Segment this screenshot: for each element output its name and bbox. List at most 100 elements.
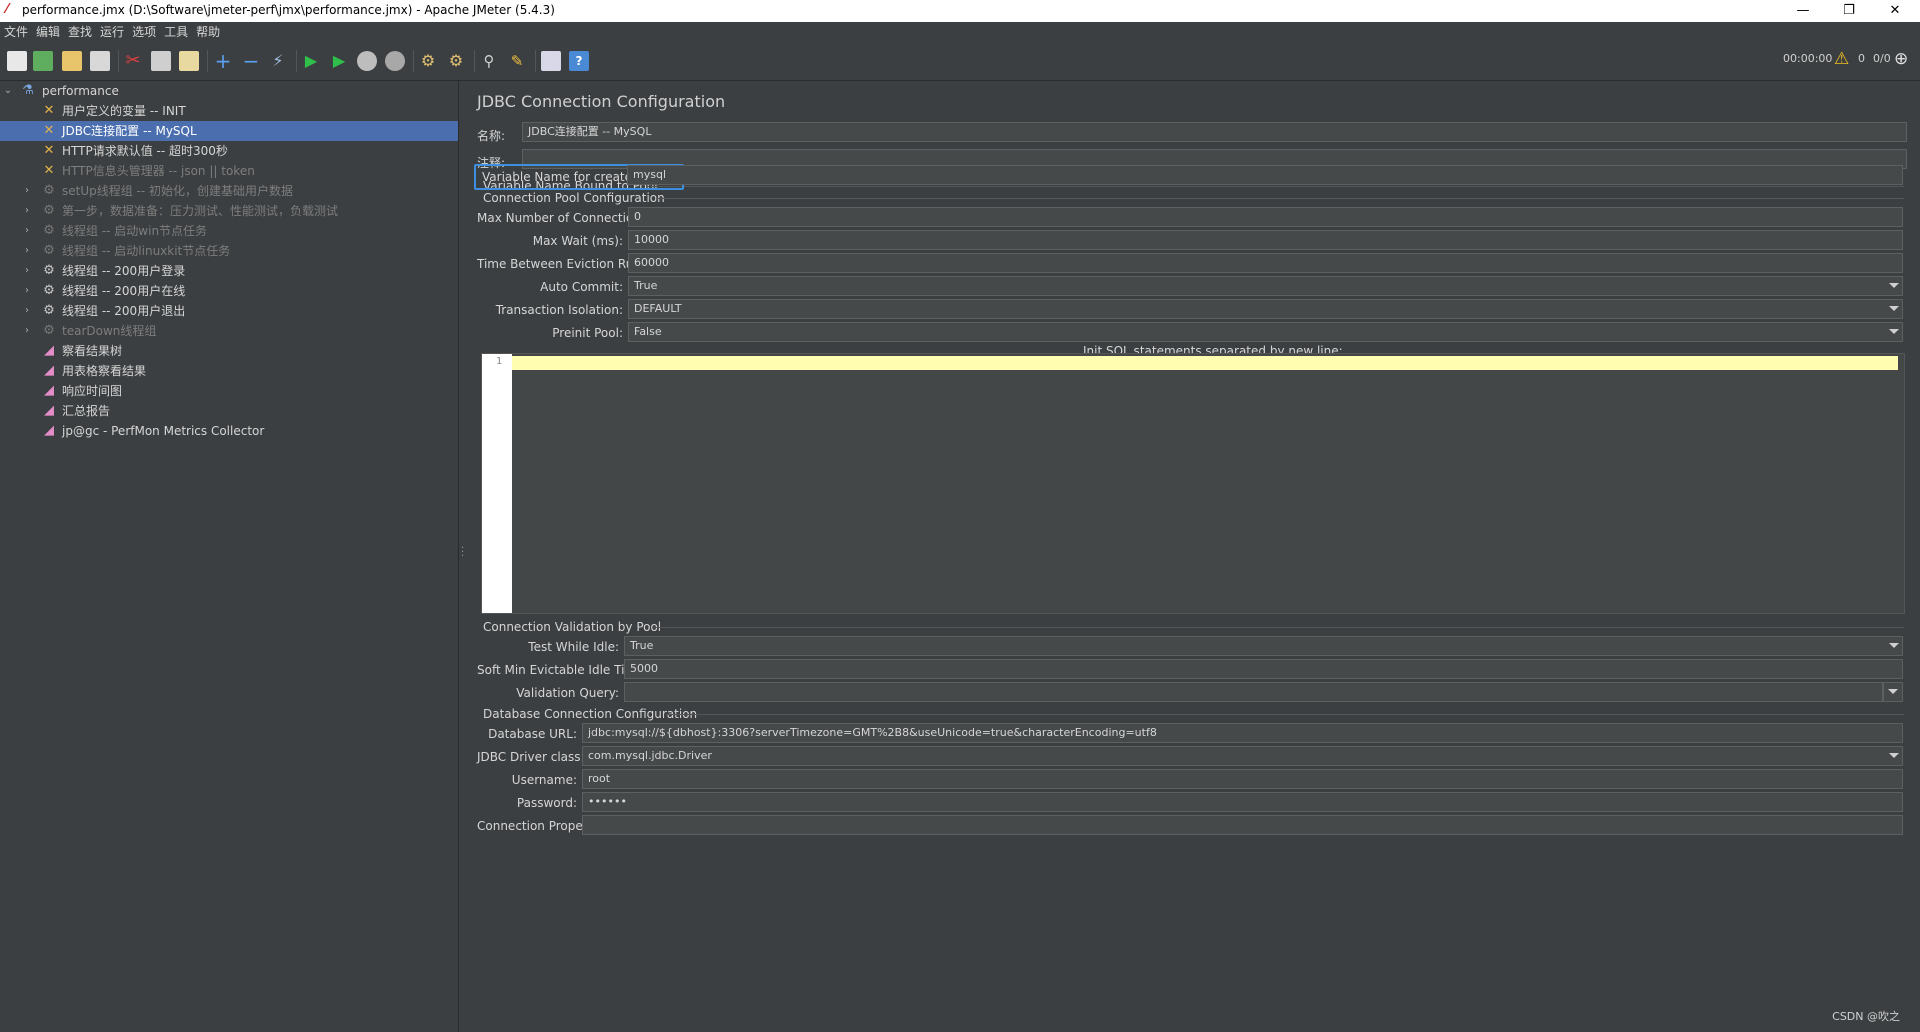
function-helper-icon[interactable] [541, 51, 561, 71]
start-icon[interactable]: ▶ [301, 51, 321, 71]
gear-icon: ⚙ [43, 203, 55, 218]
chevron-down-icon[interactable] [1889, 283, 1899, 288]
gear-icon: ⚙ [43, 323, 55, 338]
tree-item[interactable]: ◢ jp@gc - PerfMon Metrics Collector [0, 421, 458, 441]
tree-item[interactable]: ✕ HTTP请求默认值 -- 超时300秒 [0, 141, 458, 161]
new-icon[interactable] [7, 51, 27, 71]
tree-item[interactable]: › ⚙ 第一步，数据准备：压力测试、性能测试，负载测试 [0, 201, 458, 221]
chevron-down-icon[interactable] [1888, 689, 1898, 694]
stop-icon[interactable] [357, 51, 377, 71]
minimize-button[interactable]: — [1780, 0, 1826, 22]
tree-item[interactable]: › ⚙ 线程组 -- 启动linuxkit节点任务 [0, 241, 458, 261]
tree-item[interactable]: › ⚙ 线程组 -- 200用户登录 [0, 261, 458, 281]
cut-icon[interactable]: ✂ [123, 51, 143, 71]
chevron-right-icon[interactable]: › [22, 321, 32, 341]
chevron-right-icon[interactable]: › [22, 221, 32, 241]
isolation-select[interactable]: DEFAULT [628, 299, 1903, 319]
copy-icon[interactable] [151, 51, 171, 71]
menu-file[interactable]: 文件 [0, 22, 32, 42]
warning-count: 0 [1858, 52, 1865, 65]
tree-item-label: 线程组 -- 200用户在线 [62, 284, 186, 298]
tree-item[interactable]: › ⚙ 线程组 -- 200用户在线 [0, 281, 458, 301]
tree-item[interactable]: ◢ 察看结果树 [0, 341, 458, 361]
chevron-right-icon[interactable]: › [22, 181, 32, 201]
preinit-select[interactable]: False [628, 322, 1903, 342]
shutdown-icon[interactable] [385, 51, 405, 71]
chevron-right-icon[interactable]: › [22, 261, 32, 281]
help-icon[interactable]: ? [569, 51, 589, 71]
chevron-right-icon[interactable]: › [22, 201, 32, 221]
menu-help[interactable]: 帮助 [192, 22, 224, 42]
pool-var-field[interactable]: mysql [627, 165, 1903, 185]
tree-item[interactable]: ◢ 汇总报告 [0, 401, 458, 421]
panel-title: JDBC Connection Configuration [477, 92, 726, 111]
tree-root[interactable]: ⌄ ⚗ performance [0, 81, 458, 101]
max-wait-field[interactable]: 10000 [628, 230, 1903, 250]
tree-item-label: 线程组 -- 启动win节点任务 [62, 224, 208, 238]
toolbar: ✂ + − ⚡ ▶ ▶ ⚙ ⚙ ⚲ ✎ ? 00:00:00 ⚠ 0 0/0 ⊕ [0, 42, 1920, 81]
chevron-down-icon[interactable] [1889, 643, 1899, 648]
clear-all-icon[interactable]: ⚙ [446, 51, 466, 71]
paste-icon[interactable] [179, 51, 199, 71]
tree-item-label: 用户定义的变量 -- INIT [62, 104, 186, 118]
name-field[interactable]: JDBC连接配置 -- MySQL [522, 122, 1907, 142]
chevron-down-icon[interactable] [1889, 753, 1899, 758]
menu-edit[interactable]: 编辑 [32, 22, 64, 42]
username-field[interactable]: root [582, 769, 1903, 789]
chevron-right-icon[interactable]: › [22, 301, 32, 321]
clear-icon[interactable]: ⚙ [418, 51, 438, 71]
tree-item[interactable]: ✕ JDBC连接配置 -- MySQL [0, 121, 458, 141]
chevron-right-icon[interactable]: › [22, 241, 32, 261]
split-pane-divider[interactable]: · · · [459, 81, 466, 1032]
menu-run[interactable]: 运行 [96, 22, 128, 42]
collapse-icon[interactable]: − [241, 51, 261, 71]
menu-bar: 文件 编辑 查找 运行 选项 工具 帮助 [0, 22, 1920, 42]
warning-icon[interactable]: ⚠ [1834, 49, 1849, 69]
tree-item-label: setUp线程组 -- 初始化，创建基础用户数据 [62, 184, 294, 198]
init-sql-editor[interactable]: 1 [481, 353, 1905, 614]
reset-search-icon[interactable]: ✎ [507, 51, 527, 71]
props-field[interactable] [582, 815, 1903, 835]
chevron-right-icon[interactable]: › [22, 281, 32, 301]
chevron-down-icon[interactable] [1889, 329, 1899, 334]
line-number: 1 [495, 356, 502, 367]
tree-item-label: HTTP请求默认值 -- 超时300秒 [62, 144, 228, 158]
menu-tools[interactable]: 工具 [160, 22, 192, 42]
test-idle-select[interactable]: True [624, 636, 1903, 656]
max-conn-field[interactable]: 0 [628, 207, 1903, 227]
toggle-icon[interactable]: ⚡ [268, 51, 288, 71]
chevron-down-icon[interactable] [1889, 306, 1899, 311]
expand-icon[interactable]: + [213, 51, 233, 71]
tree-item[interactable]: › ⚙ 线程组 -- 200用户退出 [0, 301, 458, 321]
tree-item[interactable]: ✕ HTTP信息头管理器 -- json || token [0, 161, 458, 181]
driver-select[interactable]: com.mysql.jdbc.Driver [582, 746, 1903, 766]
soft-min-field[interactable]: 5000 [624, 659, 1903, 679]
validation-query-field[interactable] [624, 682, 1883, 702]
tree-item-label: jp@gc - PerfMon Metrics Collector [62, 424, 265, 438]
tree-item[interactable]: › ⚙ 线程组 -- 启动win节点任务 [0, 221, 458, 241]
watermark: CSDN @吹之 [1832, 1010, 1900, 1023]
tree-item[interactable]: ✕ 用户定义的变量 -- INIT [0, 101, 458, 121]
test-plan-icon: ⚗ [22, 83, 34, 98]
menu-search[interactable]: 查找 [64, 22, 96, 42]
menu-options[interactable]: 选项 [128, 22, 160, 42]
eviction-field[interactable]: 60000 [628, 253, 1903, 273]
save-icon[interactable] [90, 51, 110, 71]
tree-item[interactable]: › ⚙ setUp线程组 -- 初始化，创建基础用户数据 [0, 181, 458, 201]
tree-item[interactable]: › ⚙ tearDown线程组 [0, 321, 458, 341]
thread-ratio: 0/0 [1873, 52, 1891, 65]
auto-commit-select[interactable]: True [628, 276, 1903, 296]
restore-button[interactable]: ❐ [1826, 0, 1872, 22]
search-icon[interactable]: ⚲ [479, 51, 499, 71]
db-url-field[interactable]: jdbc:mysql://${dbhost}:3306?serverTimezo… [582, 723, 1903, 743]
start-no-pause-icon[interactable]: ▶ [329, 51, 349, 71]
password-field[interactable]: •••••• [582, 792, 1903, 812]
remote-status-icon[interactable]: ⊕ [1894, 49, 1908, 69]
gear-icon: ⚙ [43, 243, 55, 258]
templates-icon[interactable] [33, 51, 53, 71]
chevron-down-icon[interactable]: ⌄ [3, 81, 13, 101]
tree-item[interactable]: ◢ 响应时间图 [0, 381, 458, 401]
open-icon[interactable] [62, 51, 82, 71]
tree-item[interactable]: ◢ 用表格察看结果 [0, 361, 458, 381]
close-button[interactable]: ✕ [1872, 0, 1918, 22]
